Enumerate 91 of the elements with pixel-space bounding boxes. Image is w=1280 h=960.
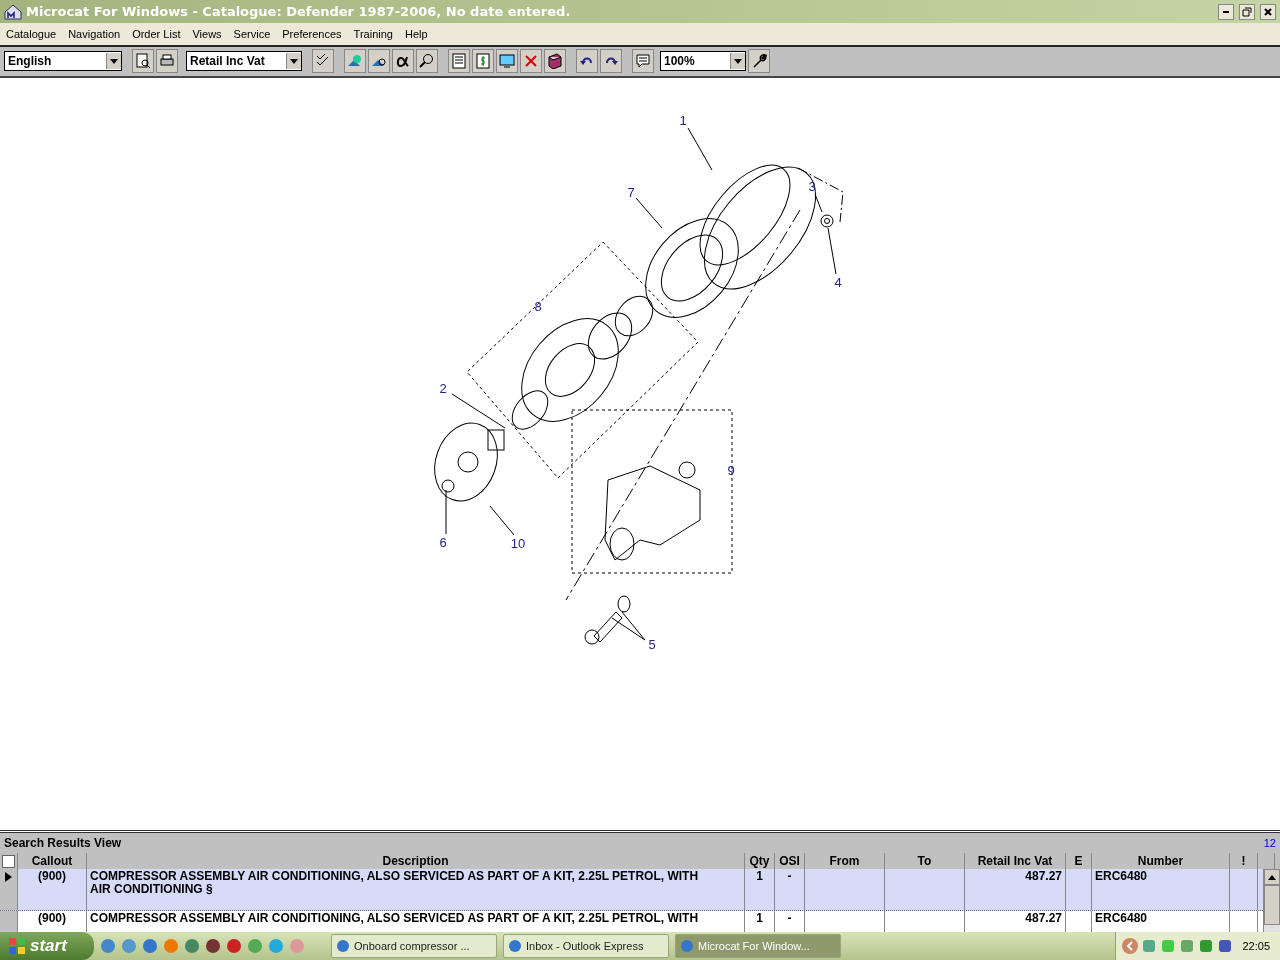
speech-bubble-button[interactable] (632, 49, 654, 74)
leader-line (621, 611, 646, 641)
document-list-icon (451, 53, 467, 70)
dropdown-arrow-icon (110, 58, 118, 64)
monitor-button[interactable] (496, 49, 518, 74)
shapes-search-button[interactable] (368, 49, 390, 74)
zoom-select[interactable]: 100% (660, 51, 746, 72)
table-cell: 487.27 (1025, 869, 1062, 883)
callout-number[interactable]: 1 (679, 113, 687, 128)
table-cell: ERC6480 (1095, 869, 1148, 883)
callout-number[interactable]: 5 (648, 637, 656, 652)
table-cell: COMPRESSOR ASSEMBLY AIR CONDITIONING, ALSO SERVICED AS PART OF A KIT, 2.25L PETROL, WITH AIR CONDITIONING § (90, 869, 699, 896)
wrench-button[interactable] (748, 49, 770, 74)
callout-number[interactable]: 10 (510, 536, 526, 551)
table-cell: 487.27 (1025, 911, 1062, 925)
leader-line (489, 505, 515, 536)
menu-item[interactable]: Catalogue (0, 28, 63, 41)
redo-button[interactable] (600, 49, 622, 74)
price-document-button[interactable] (472, 49, 494, 74)
menu-item[interactable]: Preferences (276, 28, 348, 41)
alpha-search-button[interactable] (392, 49, 414, 74)
wrench-icon (751, 53, 767, 70)
leader-line (445, 489, 447, 535)
menu-item[interactable]: Help (398, 28, 434, 41)
window-title: Microcat For Windows - Catalogue: Defender 1987-2006, No date entered. (26, 4, 572, 20)
monitor-icon (499, 53, 515, 70)
table-cell: ERC6480 (1095, 911, 1148, 925)
callout-number[interactable]: 4 (834, 275, 842, 290)
callout-number[interactable]: 7 (627, 185, 635, 200)
panel-title: Search Results View (4, 836, 122, 850)
menu-item[interactable]: Order List (126, 28, 187, 41)
row-selector[interactable] (0, 869, 18, 910)
callout-number[interactable]: 9 (727, 463, 735, 478)
checklist-button[interactable] (312, 49, 334, 74)
table-cell: COMPRESSOR ASSEMBLY AIR CONDITIONING, ALSO SERVICED AS PART OF A KIT, 2.25L PETROL, WITH (90, 911, 699, 925)
callout-number[interactable]: 6 (439, 535, 447, 550)
taskbar-button[interactable]: Onboard compressor ... (331, 934, 497, 958)
leader-line (814, 193, 823, 213)
chevron-icon[interactable] (1122, 938, 1139, 954)
table-cell: 1 (756, 911, 763, 925)
callout-number[interactable]: 8 (534, 299, 542, 314)
menu-item[interactable]: Service (227, 28, 277, 41)
print-preview-icon (135, 53, 151, 70)
nut-drawing (820, 214, 834, 228)
dropdown-arrow-icon (734, 58, 742, 64)
windows-flag-icon (8, 937, 26, 955)
table-cell: (900) (38, 911, 66, 925)
menu-item[interactable]: Views (186, 28, 228, 41)
table-cell: (900) (38, 869, 66, 883)
menu-item[interactable]: Navigation (62, 28, 127, 41)
leader-line (827, 227, 837, 275)
scrollbar[interactable] (1263, 869, 1280, 932)
table-cell: 1 (756, 869, 763, 883)
menu-item[interactable]: Training (347, 28, 399, 41)
undo-button[interactable] (576, 49, 598, 74)
print-preview-button[interactable] (132, 49, 154, 74)
callout-number[interactable]: 3 (808, 179, 816, 194)
leader-line (451, 393, 506, 429)
minimize-button[interactable] (1218, 3, 1234, 20)
minimize-icon (1223, 10, 1229, 13)
printer-button[interactable] (156, 49, 178, 74)
result-row[interactable]: (900) COMPRESSOR ASSEMBLY AIR CONDITIONING, ALSO SERVICED AS PART OF A KIT, 2.25L PETROL, WITH AIR CONDITIONING § 1 - 487.27 ERC6480 (0, 869, 1263, 911)
speech-bubble-icon (635, 53, 651, 70)
taskbar-button[interactable]: Inbox - Outlook Express (503, 934, 669, 958)
search-button[interactable] (416, 49, 438, 74)
price-type-select[interactable]: Retail Inc Vat (186, 51, 302, 72)
price-document-icon (475, 53, 491, 70)
language-select[interactable]: English (4, 51, 122, 72)
close-icon (1264, 7, 1272, 16)
start-button[interactable]: start (0, 932, 94, 960)
table-cell: - (787, 869, 792, 883)
search-icon (419, 53, 435, 70)
callout-number[interactable]: 2 (439, 381, 447, 396)
bolt-drawing (584, 595, 631, 645)
clock: 22:05 (1242, 940, 1270, 952)
table-cell: - (787, 911, 792, 925)
row-pointer-icon (5, 872, 12, 882)
book-button[interactable] (544, 49, 566, 74)
leader-line (635, 197, 663, 229)
app-logo-icon (4, 3, 22, 20)
document-list-button[interactable] (448, 49, 470, 74)
leader-line (687, 127, 713, 171)
leader-line (611, 617, 646, 641)
scroll-up-icon (1268, 874, 1276, 880)
result-count: 12 (1263, 837, 1276, 849)
close-button[interactable] (1260, 3, 1276, 20)
dropdown-arrow-icon (290, 58, 298, 64)
restore-button[interactable] (1239, 3, 1255, 20)
select-all-checkbox[interactable] (2, 855, 15, 869)
book-icon (547, 53, 563, 70)
restore-icon (1242, 6, 1252, 17)
